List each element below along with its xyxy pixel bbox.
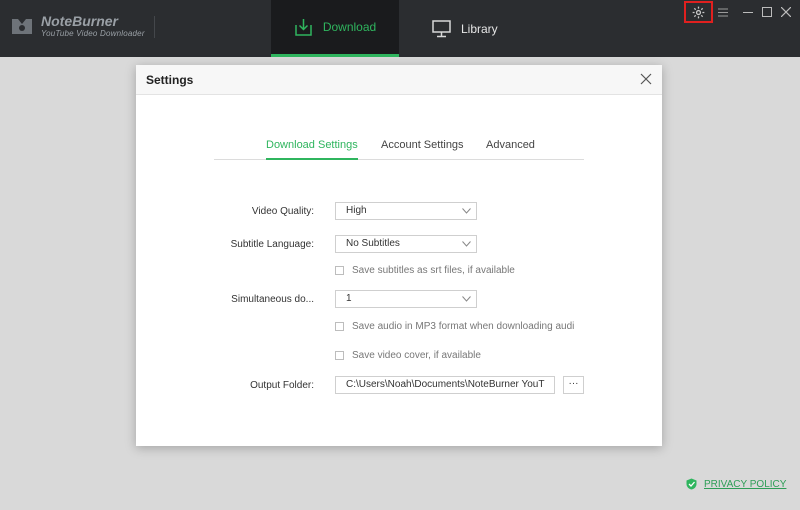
tab-account-settings[interactable]: Account Settings: [381, 139, 464, 160]
subtitle-language-select[interactable]: No Subtitles: [335, 235, 477, 253]
chevron-down-icon: [462, 296, 471, 302]
chevron-down-icon: [462, 208, 471, 214]
shield-icon: [686, 478, 697, 490]
video-quality-label: Video Quality:: [251, 206, 314, 217]
brand-divider: [154, 16, 155, 38]
title-bar: NoteBurner YouTube Video Downloader Down…: [0, 0, 800, 57]
minimize-icon: [743, 12, 753, 13]
save-cover-label: Save video cover, if available: [352, 350, 481, 361]
save-cover-checkbox[interactable]: Save video cover, if available: [335, 350, 481, 361]
save-mp3-checkbox[interactable]: Save audio in MP3 format when downloadin…: [335, 321, 584, 332]
brand: NoteBurner YouTube Video Downloader: [41, 13, 145, 39]
close-icon: [781, 7, 791, 17]
settings-button[interactable]: [684, 1, 713, 23]
save-mp3-box: [335, 322, 344, 331]
brand-subtitle: YouTube Video Downloader: [41, 29, 145, 38]
video-quality-value: High: [346, 205, 367, 216]
minimize-button[interactable]: [740, 4, 756, 20]
simultaneous-value: 1: [346, 293, 352, 304]
browse-folder-button[interactable]: ···: [563, 376, 584, 394]
download-icon: [295, 18, 312, 36]
subtitle-language-label: Subtitle Language:: [230, 239, 314, 250]
chevron-down-icon: [462, 241, 471, 247]
maximize-icon: [762, 7, 772, 17]
nav-tab-library[interactable]: Library: [432, 0, 532, 57]
nav-tab-download[interactable]: Download: [271, 0, 399, 57]
privacy-policy-label: PRIVACY POLICY: [704, 478, 787, 490]
menu-button[interactable]: [715, 4, 731, 20]
dialog-close-icon[interactable]: [640, 73, 652, 85]
settings-dialog: Settings Download Settings Account Setti…: [136, 65, 662, 446]
nav-tab-download-label: Download: [322, 20, 377, 34]
gear-icon: [692, 6, 705, 18]
tab-advanced[interactable]: Advanced: [486, 139, 535, 160]
save-subtitles-checkbox[interactable]: Save subtitles as srt files, if availabl…: [335, 265, 515, 276]
privacy-policy-link[interactable]: PRIVACY POLICY: [686, 478, 786, 490]
output-folder-input[interactable]: C:\Users\Noah\Documents\NoteBurner YouT: [335, 376, 555, 394]
logo-icon: [12, 19, 32, 34]
output-folder-label: Output Folder:: [250, 380, 314, 391]
save-mp3-label: Save audio in MP3 format when downloadin…: [352, 321, 575, 332]
maximize-button[interactable]: [759, 4, 775, 20]
menu-icon: [718, 8, 728, 16]
save-cover-box: [335, 351, 344, 360]
simultaneous-label: Simultaneous do...: [231, 294, 314, 305]
dialog-title: Settings: [146, 73, 194, 87]
video-quality-select[interactable]: High: [335, 202, 477, 220]
subtitle-language-value: No Subtitles: [346, 238, 400, 249]
nav-tab-library-label: Library: [461, 21, 498, 36]
save-subtitles-label: Save subtitles as srt files, if availabl…: [352, 265, 515, 276]
simultaneous-select[interactable]: 1: [335, 290, 477, 308]
dialog-header: Settings: [136, 65, 662, 95]
monitor-icon: [432, 19, 451, 37]
window-close-button[interactable]: [778, 4, 794, 20]
tab-download-settings[interactable]: Download Settings: [266, 139, 358, 160]
brand-name: NoteBurner: [41, 13, 119, 29]
save-subtitles-box: [335, 266, 344, 275]
settings-tabs: Download Settings Account Settings Advan…: [214, 137, 584, 160]
